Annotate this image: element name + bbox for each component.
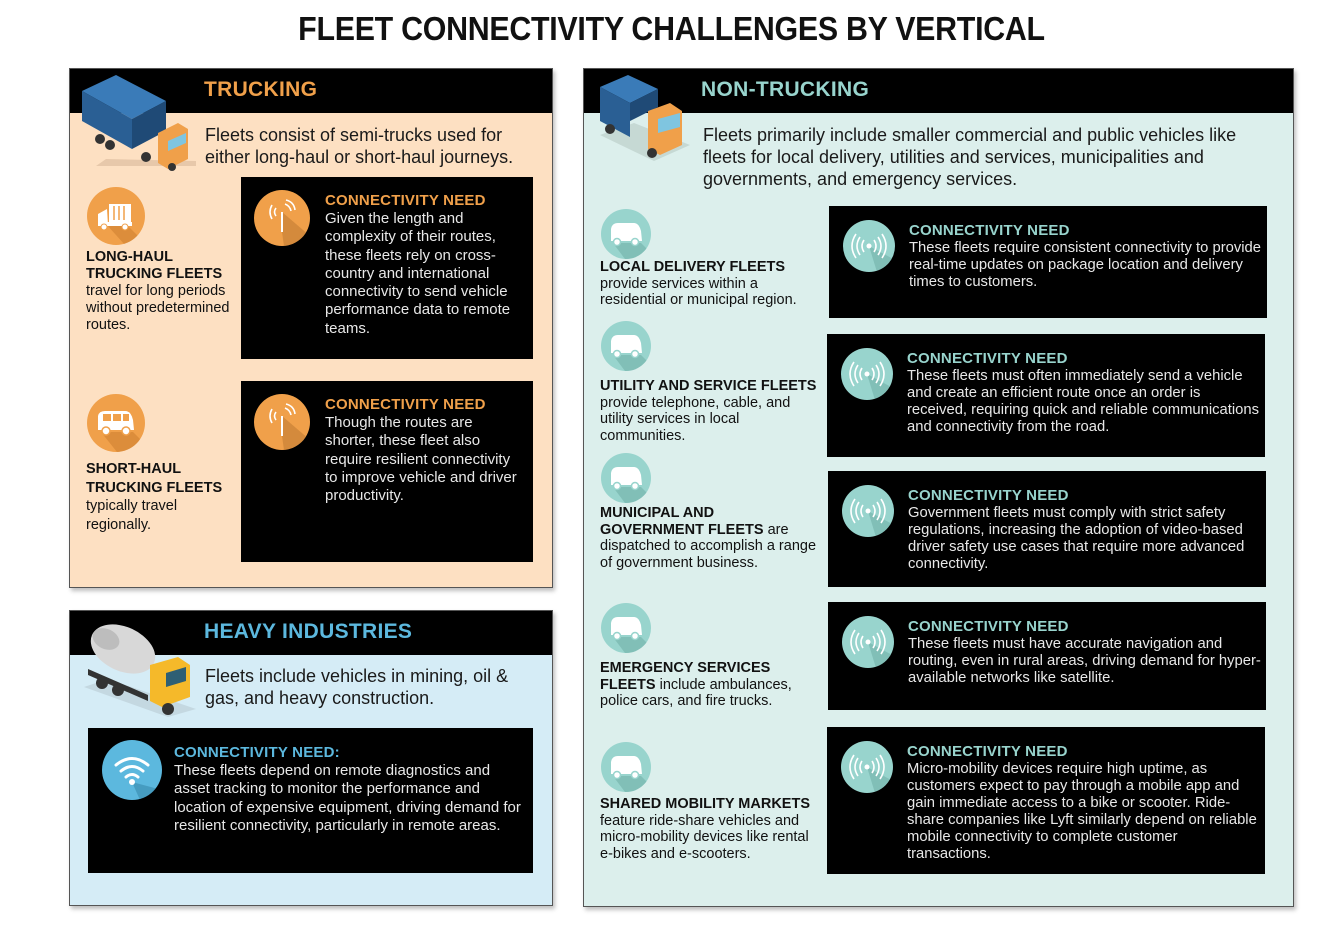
non-trucking-title: NON-TRUCKING: [701, 78, 870, 101]
antenna-icon: [254, 394, 310, 450]
cement-mixer-icon: [84, 624, 196, 717]
fleet-label: SHARED MOBILITY MARKETS feature ride-sha…: [600, 796, 820, 862]
need-title: CONNECTIVITY NEED: [909, 222, 1070, 239]
short-haul-desc: typically travel regionally.: [86, 498, 178, 533]
fleet-desc: provide telephone, cable, and utility se…: [600, 394, 791, 444]
connectivity-need-box: CONNECTIVITY NEED These fleets must ofte…: [827, 334, 1265, 457]
heavy-title: HEAVY INDUSTRIES: [204, 620, 413, 643]
utility-truck-icon: [601, 321, 651, 371]
need-title: CONNECTIVITY NEED: [908, 618, 1069, 635]
delivery-van-icon: [601, 209, 651, 259]
need-title: CONNECTIVITY NEED: [325, 192, 486, 209]
need-title: CONNECTIVITY NEED: [325, 396, 486, 413]
long-haul-title: LONG-HAUL TRUCKING FLEETS: [86, 249, 223, 282]
need-text: These fleets must have accurate navigati…: [908, 636, 1261, 686]
connectivity-need-box: CONNECTIVITY NEED These fleets must have…: [828, 602, 1266, 710]
need-title: CONNECTIVITY NEED: [908, 487, 1069, 504]
broadcast-signal-icon: [842, 485, 894, 537]
broadcast-signal-icon: [842, 616, 894, 668]
antenna-icon: [254, 190, 310, 246]
van-icon: [87, 394, 145, 452]
fleet-desc: feature ride-share vehicles and micro-mo…: [600, 812, 809, 862]
need-text: Given the length and complexity of their…: [325, 210, 511, 337]
fleet-label: LOCAL DELIVERY FLEETS provide services w…: [600, 259, 820, 309]
broadcast-signal-icon: [841, 741, 893, 793]
need-text: Micro-mobility devices require high upti…: [907, 761, 1257, 862]
semi-truck-icon: [82, 75, 196, 171]
short-haul-need-box: CONNECTIVITY NEED Though the routes are …: [241, 381, 533, 562]
page-title: FLEET CONNECTIVITY CHALLENGES BY VERTICA…: [298, 10, 1045, 47]
short-haul-label: SHORT-HAUL TRUCKING FLEETS typically tra…: [86, 460, 231, 534]
fleet-title: MUNICIPAL AND GOVERNMENT FLEETS: [600, 505, 764, 538]
need-text: These fleets depend on remote diagnostic…: [174, 762, 521, 834]
delivery-truck-icon: [600, 75, 690, 161]
non-trucking-intro: Fleets primarily include smaller commerc…: [703, 125, 1237, 189]
heavy-industries-panel: HEAVY INDUSTRIES Fleets include vehicles…: [69, 610, 553, 906]
need-text: Government fleets must comply with stric…: [908, 505, 1245, 572]
fleet-label: UTILITY AND SERVICE FLEETS provide telep…: [600, 378, 820, 444]
long-haul-label: LONG-HAUL TRUCKING FLEETS travel for lon…: [86, 249, 231, 334]
need-text: These fleets must often immediately send…: [907, 368, 1260, 435]
need-text: Though the routes are shorter, these fle…: [325, 414, 517, 505]
broadcast-signal-icon: [843, 220, 895, 272]
municipal-truck-icon: [601, 453, 651, 503]
box-truck-icon: [87, 187, 145, 245]
wifi-icon: [102, 740, 162, 800]
jeep-icon: [601, 742, 651, 792]
need-title: CONNECTIVITY NEED:: [174, 744, 340, 761]
need-title: CONNECTIVITY NEED: [907, 350, 1068, 367]
broadcast-signal-icon: [841, 348, 893, 400]
fleet-title: UTILITY AND SERVICE FLEETS: [600, 378, 817, 394]
need-text: These fleets require consistent connecti…: [909, 240, 1262, 290]
short-haul-title: SHORT-HAUL TRUCKING FLEETS: [86, 461, 223, 496]
connectivity-need-box: CONNECTIVITY NEED Government fleets must…: [828, 471, 1266, 587]
fleet-label: MUNICIPAL AND GOVERNMENT FLEETS are disp…: [600, 505, 820, 571]
long-haul-desc: travel for long periods without predeter…: [86, 283, 230, 333]
long-haul-need-box: CONNECTIVITY NEED Given the length and c…: [241, 177, 533, 359]
fleet-title: SHARED MOBILITY MARKETS: [600, 796, 810, 812]
tow-truck-icon: [601, 603, 651, 653]
trucking-intro: Fleets consist of semi-trucks used for e…: [205, 125, 514, 167]
heavy-need-box: CONNECTIVITY NEED: These fleets depend o…: [88, 728, 533, 873]
heavy-intro: Fleets include vehicles in mining, oil &…: [205, 666, 509, 708]
fleet-title: LOCAL DELIVERY FLEETS: [600, 259, 786, 275]
connectivity-need-box: CONNECTIVITY NEED These fleets require c…: [829, 206, 1267, 318]
trucking-title: TRUCKING: [204, 78, 318, 101]
fleet-label: EMERGENCY SERVICES FLEETS include ambula…: [600, 660, 820, 710]
fleet-desc: provide services within a residential or…: [600, 275, 797, 309]
trucking-panel: TRUCKING Fleets consist of semi-trucks u…: [69, 68, 553, 588]
non-trucking-panel: NON-TRUCKING Fleets primarily include sm…: [583, 68, 1294, 907]
connectivity-need-box: CONNECTIVITY NEED Micro-mobility devices…: [827, 727, 1265, 874]
need-title: CONNECTIVITY NEED: [907, 743, 1068, 760]
